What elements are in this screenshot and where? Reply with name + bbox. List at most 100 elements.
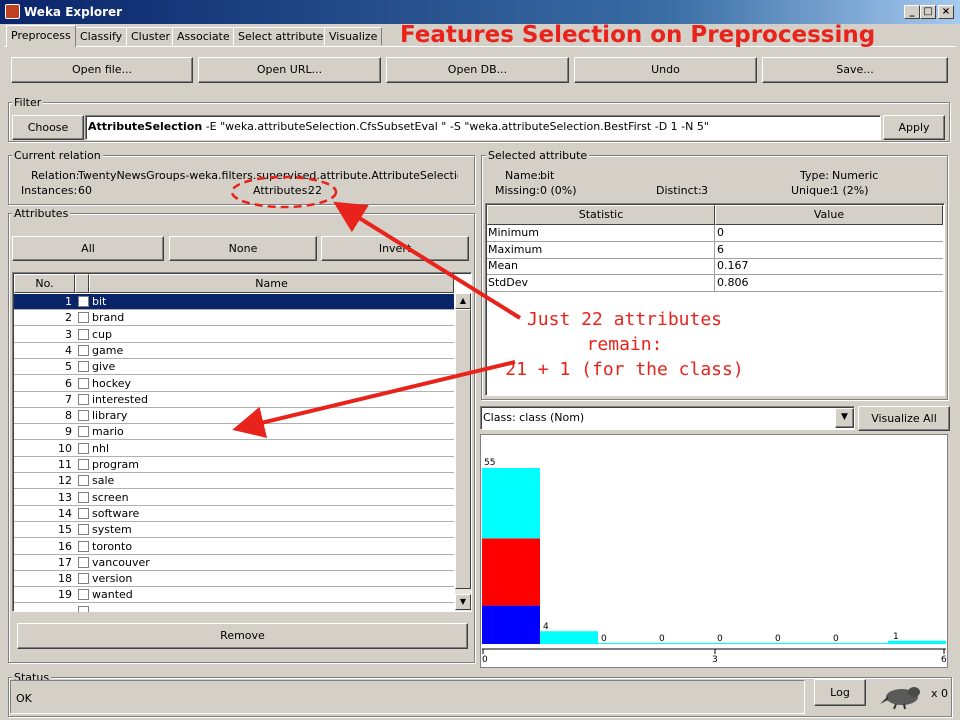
row-attribute-name: give <box>92 360 116 374</box>
table-row[interactable]: 17 vancouver <box>14 555 454 571</box>
row-checkbox[interactable] <box>78 296 89 307</box>
table-row[interactable]: 3 cup <box>14 327 454 343</box>
table-row-partial[interactable] <box>14 604 454 612</box>
table-row[interactable]: 6 hockey <box>14 376 454 392</box>
table-row[interactable]: 16 toronto <box>14 539 454 555</box>
class-select[interactable]: Class: class (Nom) <box>480 406 855 430</box>
log-button[interactable]: Log <box>814 679 866 706</box>
sel-distinct-label: Distinct: <box>656 184 702 197</box>
class-dropdown-arrow-icon[interactable]: ▼ <box>835 408 854 428</box>
stat-col-divider <box>714 225 715 291</box>
weka-bird-icon[interactable] <box>878 682 926 710</box>
undo-button[interactable]: Undo <box>574 57 757 83</box>
row-attribute-name: version <box>92 572 133 586</box>
row-checkbox[interactable] <box>78 328 89 340</box>
col-header-name[interactable]: Name <box>89 274 454 293</box>
remove-attributes-button[interactable]: Remove <box>17 623 468 649</box>
row-attribute-name: bit <box>92 295 107 308</box>
table-row[interactable]: 11 program <box>14 457 454 473</box>
col-header-statistic[interactable]: Statistic <box>487 205 715 225</box>
row-checkbox[interactable] <box>78 393 89 405</box>
x-tick-3: 3 <box>712 655 718 665</box>
apply-filter-button[interactable]: Apply <box>883 115 945 140</box>
row-checkbox[interactable] <box>78 442 89 454</box>
row-checkbox[interactable] <box>78 459 89 470</box>
scroll-up-icon[interactable]: ▲ <box>455 293 471 309</box>
table-row[interactable]: 1 bit <box>14 294 454 310</box>
maximize-button[interactable]: □ <box>920 5 936 19</box>
row-checkbox[interactable] <box>78 361 89 373</box>
row-checkbox[interactable] <box>78 540 89 552</box>
window-title: Weka Explorer <box>24 5 123 19</box>
table-row[interactable]: 5 give <box>14 359 454 376</box>
row-checkbox[interactable] <box>78 491 89 503</box>
table-row[interactable]: 15 system <box>14 522 454 539</box>
row-checkbox[interactable] <box>78 589 89 601</box>
open-db-button[interactable]: Open DB... <box>386 57 569 83</box>
col-header-value[interactable]: Value <box>715 205 943 225</box>
row-checkbox[interactable] <box>78 475 89 487</box>
visualize-all-button[interactable]: Visualize All <box>858 406 950 431</box>
select-none-button[interactable]: None <box>169 236 317 261</box>
tab-associate[interactable]: Associate <box>172 27 235 46</box>
filter-text-field[interactable]: AttributeSelection -E "weka.attributeSel… <box>85 115 881 140</box>
table-row[interactable]: 2 brand <box>14 310 454 327</box>
tab-select-attributes[interactable]: Select attributes <box>233 27 335 46</box>
slide-heading: Features Selection on Preprocessing <box>400 22 876 48</box>
save-button[interactable]: Save... <box>762 57 948 83</box>
row-checkbox[interactable] <box>78 426 89 438</box>
tab-classify[interactable]: Classify <box>75 27 128 46</box>
select-all-button[interactable]: All <box>12 236 164 261</box>
row-number: 15 <box>58 523 72 537</box>
stat-name: Maximum <box>488 242 543 256</box>
minimize-button[interactable]: _ <box>904 5 920 19</box>
tab-preprocess[interactable]: Preprocess <box>6 25 76 47</box>
table-row[interactable]: 9 mario <box>14 424 454 441</box>
x-tick-0: 0 <box>482 655 488 665</box>
close-button[interactable]: × <box>938 5 954 19</box>
col-header-check[interactable] <box>75 274 89 293</box>
row-checkbox[interactable] <box>78 344 89 356</box>
weka-app-icon <box>5 4 20 19</box>
table-row[interactable]: 12 sale <box>14 473 454 490</box>
row-checkbox[interactable] <box>78 377 89 389</box>
sel-unique-label: Unique: <box>791 184 834 197</box>
attributes-count-label: Attributes: <box>253 184 312 197</box>
scroll-thumb[interactable] <box>455 309 471 589</box>
row-checkbox[interactable] <box>78 606 89 612</box>
table-row[interactable]: 13 screen <box>14 490 454 506</box>
relation-label: Relation: <box>31 169 80 182</box>
table-row[interactable]: 19 wanted <box>14 587 454 604</box>
table-row[interactable]: 14 software <box>14 506 454 522</box>
col-header-no[interactable]: No. <box>14 274 75 293</box>
open-url-button[interactable]: Open URL... <box>198 57 381 83</box>
row-attribute-name: hockey <box>92 376 132 390</box>
table-row[interactable]: 10 nhl <box>14 441 454 457</box>
tab-visualize[interactable]: Visualize <box>324 27 383 46</box>
stat-name: Mean <box>488 259 518 272</box>
table-row[interactable]: 18 version <box>14 571 454 588</box>
row-checkbox[interactable] <box>78 410 89 422</box>
scroll-down-icon[interactable]: ▼ <box>455 594 471 610</box>
row-checkbox[interactable] <box>78 573 89 585</box>
row-attribute-name: wanted <box>92 588 133 602</box>
row-attribute-name: mario <box>92 425 124 439</box>
x-tick-6: 6 <box>941 655 947 665</box>
stat-row-line <box>487 290 943 292</box>
tab-cluster[interactable]: Cluster <box>126 27 176 46</box>
row-checkbox[interactable] <box>78 556 89 568</box>
open-file-button[interactable]: Open file... <box>11 57 193 83</box>
row-attribute-name: interested <box>92 392 148 406</box>
table-row[interactable]: 8 library <box>14 408 454 425</box>
table-row[interactable]: 7 interested <box>14 392 454 408</box>
invert-selection-button[interactable]: Invert <box>321 236 469 261</box>
table-row[interactable]: 4 game <box>14 343 454 359</box>
sel-missing-value: 0 (0%) <box>540 184 577 197</box>
row-checkbox[interactable] <box>78 507 89 519</box>
row-checkbox[interactable] <box>78 524 89 536</box>
choose-filter-button[interactable]: Choose <box>12 115 84 140</box>
bar-label-2: 0 <box>601 634 607 644</box>
row-attribute-name: screen <box>92 490 129 504</box>
title-bar: Weka Explorer _ □ × <box>0 0 960 24</box>
row-checkbox[interactable] <box>78 312 89 324</box>
